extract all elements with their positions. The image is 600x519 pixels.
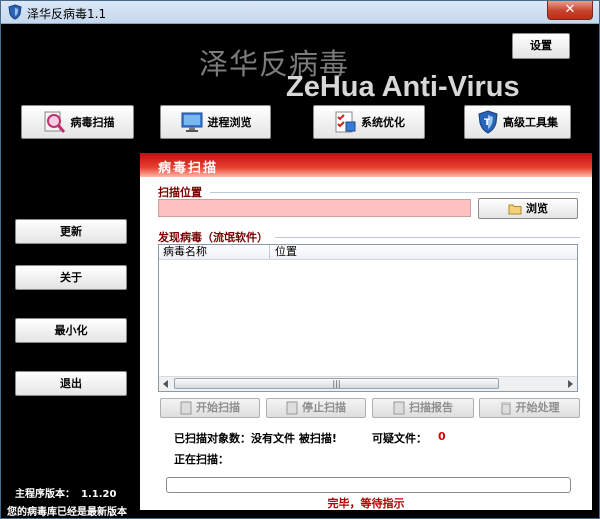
version-label: 主程序版本： <box>15 489 75 500</box>
stop-scan-label: 停止扫描 <box>302 401 346 414</box>
nav-process-browse-label: 进程浏览 <box>207 116 252 129</box>
sidebar-minimize-button[interactable]: 最小化 <box>15 318 127 343</box>
scan-report-label: 扫描报告 <box>409 401 453 414</box>
start-scan-label: 开始扫描 <box>196 401 240 414</box>
column-location[interactable]: 位置 <box>275 245 297 259</box>
stop-scan-button[interactable]: 停止扫描 <box>266 398 366 418</box>
scan-path-input[interactable] <box>158 199 471 217</box>
magnifier-icon <box>44 111 65 133</box>
monitor-icon <box>181 112 202 132</box>
app-shield-icon <box>8 4 22 20</box>
settings-button[interactable]: 设置 <box>512 33 570 59</box>
found-virus-label: 发现病毒（流氓软件） <box>158 231 268 244</box>
report-icon <box>393 401 405 415</box>
nav-system-optimize-button[interactable]: 系统优化 <box>313 105 425 139</box>
panel-title: 病毒扫描 <box>158 161 219 176</box>
virus-list[interactable]: 病毒名称 位置 ||| <box>158 244 578 392</box>
browse-label: 浏览 <box>526 202 548 215</box>
scan-location-label: 扫描位置 <box>158 186 202 199</box>
nav-advanced-tools-button[interactable]: T 高级工具集 <box>464 105 571 139</box>
scroll-thumb[interactable]: ||| <box>174 378 499 389</box>
nav-virus-scan-button[interactable]: 病毒扫描 <box>21 105 134 139</box>
nav-advanced-tools-label: 高级工具集 <box>503 116 558 129</box>
nav-system-optimize-label: 系统优化 <box>361 116 405 129</box>
document-icon <box>180 401 192 415</box>
svg-text:T: T <box>484 118 491 128</box>
column-separator <box>269 245 270 259</box>
scroll-right-icon[interactable] <box>568 380 573 388</box>
trash-icon <box>500 402 511 415</box>
virus-list-header: 病毒名称 位置 <box>159 245 577 260</box>
shield-icon: T <box>478 110 498 134</box>
virus-scan-panel: 病毒扫描 扫描位置 浏览 发现病毒（流氓软件） 病毒名称 位置 ||| 开始扫描… <box>140 153 592 510</box>
scanned-objects-text: 已扫描对象数：没有文件 被扫描! <box>174 432 337 445</box>
brand-name-en: ZeHua Anti-Virus <box>286 71 520 103</box>
start-process-label: 开始处理 <box>515 401 560 414</box>
sidebar-about-button[interactable]: 关于 <box>15 265 127 290</box>
stop-document-icon <box>286 401 298 415</box>
scan-report-button[interactable]: 扫描报告 <box>372 398 474 418</box>
nav-virus-scan-label: 病毒扫描 <box>70 116 115 129</box>
sidebar-update-button[interactable]: 更新 <box>15 219 127 244</box>
horizontal-scrollbar[interactable]: ||| <box>159 376 577 391</box>
checklist-icon <box>335 111 356 133</box>
nav-process-browse-button[interactable]: 进程浏览 <box>160 105 271 139</box>
app-window: 泽华反病毒1.1 ✕ 泽华反病毒 ZeHua Anti-Virus 设置 病毒扫… <box>0 0 600 519</box>
title-bar[interactable]: 泽华反病毒1.1 ✕ <box>1 1 599 24</box>
found-virus-divider <box>275 237 580 238</box>
window-title: 泽华反病毒1.1 <box>27 7 107 21</box>
version-info: 主程序版本： 1.1.20 <box>15 485 116 500</box>
close-button[interactable]: ✕ <box>547 1 593 20</box>
scan-progress-bar <box>166 477 571 493</box>
version-value: 1.1.20 <box>81 489 117 500</box>
scroll-left-icon[interactable] <box>163 380 168 388</box>
scan-location-divider <box>210 192 580 193</box>
sidebar-exit-button[interactable]: 退出 <box>15 371 127 396</box>
folder-icon <box>508 204 522 214</box>
suspicious-files-count: 0 <box>438 430 446 443</box>
panel-header: 病毒扫描 <box>140 153 592 177</box>
start-scan-button[interactable]: 开始扫描 <box>160 398 260 418</box>
scanning-label: 正在扫描： <box>174 453 229 466</box>
database-status: 您的病毒库已经是最新版本 <box>7 507 127 518</box>
browse-button[interactable]: 浏览 <box>478 198 578 219</box>
start-process-button[interactable]: 开始处理 <box>479 398 580 418</box>
column-virus-name[interactable]: 病毒名称 <box>163 245 207 259</box>
status-text: 完毕，等待指示 <box>327 497 405 510</box>
suspicious-files-label: 可疑文件： <box>372 432 427 445</box>
